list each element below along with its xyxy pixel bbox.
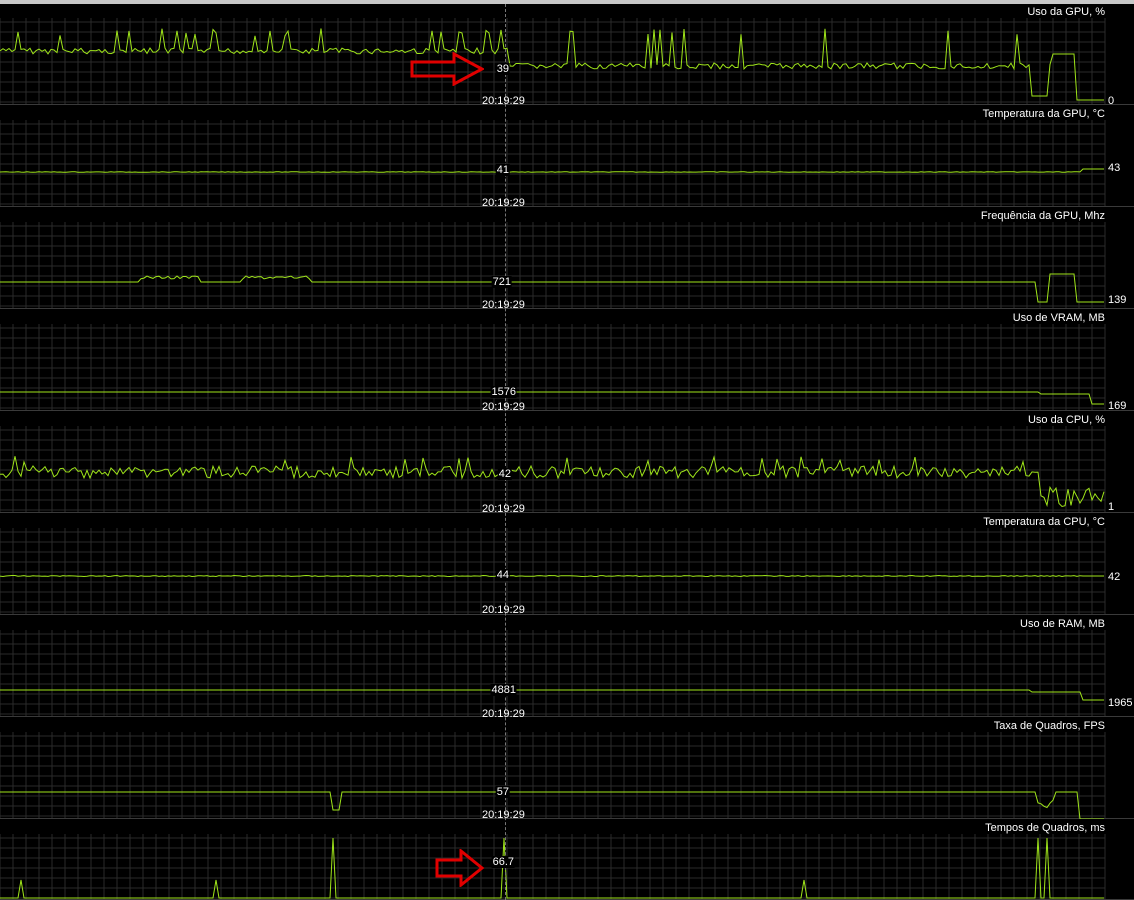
trace-line	[0, 455, 1105, 508]
cursor-timestamp: 20:19:29	[482, 708, 525, 720]
graph-area	[0, 18, 1134, 105]
panel-title: Taxa de Quadros, FPS	[993, 720, 1105, 732]
trace-line	[0, 28, 1104, 101]
cursor-value-cpu-temp: 44	[495, 569, 510, 581]
panel-cpu-temp: Temperatura da CPU, °C	[0, 514, 1134, 615]
cursor-value-cpu-usage: 42	[497, 468, 512, 480]
cursor-value-ram: 4881	[490, 684, 517, 696]
cursor-value-gpu-freq: 721	[491, 276, 512, 288]
panel-fps: Taxa de Quadros, FPS	[0, 718, 1134, 819]
end-value-vram: 169	[1108, 400, 1127, 412]
arrow-right-icon	[410, 52, 484, 86]
panel-frametime: Tempos de Quadros, ms	[0, 820, 1134, 900]
end-value-ram: 1965	[1108, 697, 1133, 709]
panel-title: Uso de RAM, MB	[1020, 618, 1105, 630]
red-arrow-frametime	[435, 849, 485, 887]
cursor-timestamp: 20:19:29	[482, 503, 525, 515]
panel-title: Tempos de Quadros, ms	[985, 822, 1105, 834]
graph-area	[0, 732, 1134, 819]
cursor-timestamp: 20:19:29	[482, 809, 525, 821]
panel-title: Uso da GPU, %	[1027, 6, 1105, 18]
panel-title: Frequência da GPU, Mhz	[980, 210, 1105, 222]
cursor-value-fps: 57	[495, 786, 510, 798]
panel-gpu-temp: Temperatura da GPU, °C	[0, 106, 1134, 207]
panel-ram: Uso de RAM, MB	[0, 616, 1134, 717]
end-value-gpu-temp: 43	[1108, 162, 1121, 174]
panel-cpu-usage: Uso da CPU, %	[0, 412, 1134, 513]
graph-area	[0, 834, 1134, 900]
arrow-right-icon	[435, 849, 485, 887]
cursor-value-gpu-usage: 39	[495, 63, 510, 75]
cursor-timestamp: 20:19:29	[482, 401, 525, 413]
cursor-timestamp: 20:19:29	[482, 604, 525, 616]
graph-area	[0, 630, 1134, 717]
cursor-value-vram: 1576	[490, 386, 517, 398]
end-value-cpu-usage: 1	[1108, 501, 1115, 513]
trace-line	[0, 273, 1104, 303]
trace-line	[0, 689, 1104, 701]
panel-title: Temperatura da CPU, °C	[983, 516, 1105, 528]
graph-area	[0, 426, 1134, 513]
panel-vram: Uso de VRAM, MB	[0, 310, 1134, 411]
end-value-gpu-usage: 0	[1108, 95, 1115, 107]
panel-title: Uso de VRAM, MB	[1012, 312, 1105, 324]
graph-area	[0, 120, 1134, 207]
panel-title: Temperatura da GPU, °C	[982, 108, 1105, 120]
panel-gpu-freq: Frequência da GPU, Mhz	[0, 208, 1134, 309]
end-value-gpu-freq: 139	[1108, 294, 1127, 306]
red-arrow-gpu-usage	[410, 52, 484, 86]
panel-gpu-usage: Uso da GPU, %	[0, 4, 1134, 105]
cursor-line[interactable]	[505, 4, 506, 900]
cursor-timestamp: 20:19:29	[482, 197, 525, 209]
cursor-value-frametime: 66.7	[491, 856, 515, 868]
cursor-timestamp: 20:19:29	[482, 299, 525, 311]
panel-title: Uso da CPU, %	[1027, 414, 1105, 426]
end-value-cpu-temp: 42	[1108, 571, 1121, 583]
trace-line	[0, 574, 1104, 578]
graph-area	[0, 528, 1134, 615]
graph-area	[0, 222, 1134, 309]
graph-area	[0, 324, 1134, 411]
trace-line	[0, 168, 1104, 173]
cursor-value-gpu-temp: 41	[495, 164, 510, 176]
cursor-timestamp: 20:19:29	[482, 95, 525, 107]
